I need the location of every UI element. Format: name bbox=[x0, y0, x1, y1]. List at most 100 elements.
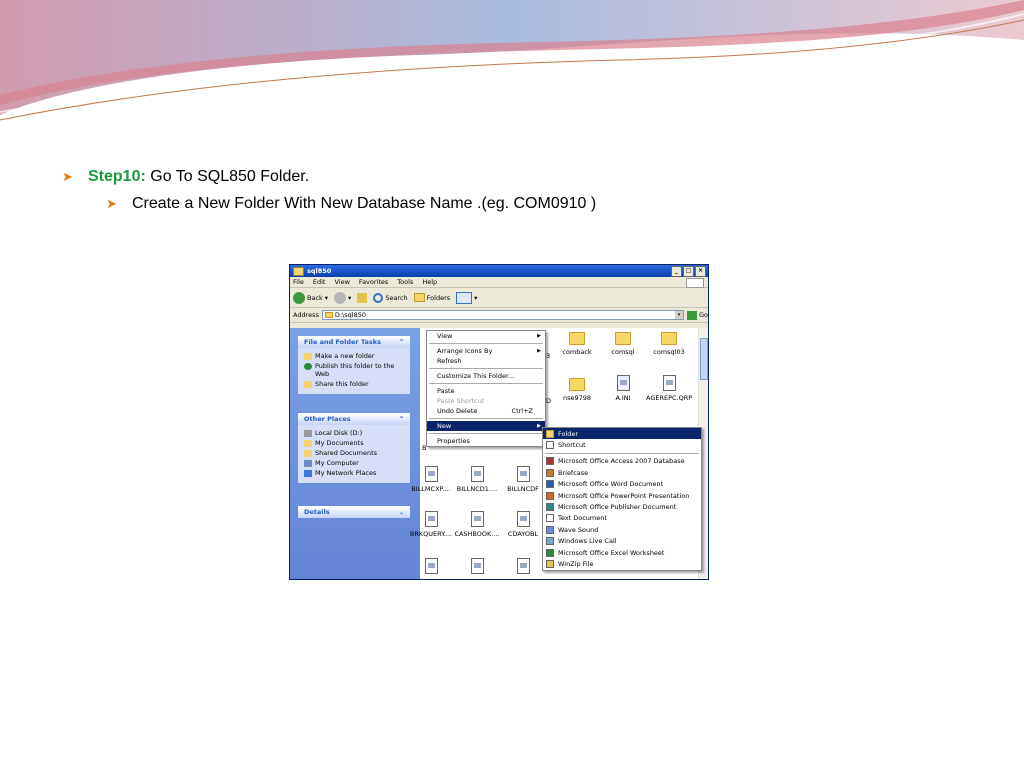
place-shared-documents[interactable]: Shared Documents bbox=[304, 449, 404, 457]
menu-item-arrange-icons[interactable]: Arrange Icons By ▶ bbox=[427, 346, 545, 356]
new-submenu: Folder Shortcut Microsoft Office Access … bbox=[542, 427, 702, 571]
details-title: Details bbox=[304, 508, 330, 516]
submenu-item-briefcase[interactable]: Briefcase bbox=[543, 467, 701, 478]
menu-view[interactable]: View bbox=[334, 278, 349, 286]
details-box: Details ⌄ bbox=[298, 506, 410, 518]
file-item[interactable] bbox=[454, 558, 500, 577]
menu-item-undo-delete[interactable]: Undo Delete Ctrl+Z bbox=[427, 406, 545, 416]
menu-help[interactable]: Help bbox=[422, 278, 437, 286]
submenu-item-live-call[interactable]: Windows Live Call bbox=[543, 536, 701, 547]
menu-file[interactable]: File bbox=[293, 278, 304, 286]
menu-item-properties[interactable]: Properties bbox=[427, 436, 545, 446]
maximize-button[interactable]: □ bbox=[683, 266, 694, 277]
menu-item-new[interactable]: New ▶ bbox=[427, 421, 545, 431]
document-icon bbox=[516, 466, 530, 482]
submenu-item-label: Briefcase bbox=[558, 468, 589, 477]
menu-bar: File Edit View Favorites Tools Help bbox=[290, 277, 708, 288]
go-label: Go bbox=[698, 311, 708, 319]
file-item[interactable]: BILLNCD1.... bbox=[454, 466, 500, 493]
scroll-thumb[interactable] bbox=[700, 338, 708, 380]
submenu-item-label: Microsoft Office Access 2007 Database bbox=[558, 457, 685, 466]
menu-item-label: View bbox=[437, 332, 453, 340]
place-network[interactable]: My Network Places bbox=[304, 469, 404, 477]
file-item[interactable]: BILLNCDF bbox=[500, 466, 546, 493]
forward-arrow-icon bbox=[334, 291, 347, 304]
other-places-header[interactable]: Other Places ^ bbox=[298, 413, 410, 425]
task-label: Share this folder bbox=[315, 380, 369, 388]
task-publish-web[interactable]: Publish this folder to the Web bbox=[304, 362, 404, 378]
submenu-item-label: Text Document bbox=[558, 514, 607, 523]
file-item[interactable]: AGEREPC.QRP bbox=[646, 375, 692, 402]
menu-item-paste[interactable]: Paste bbox=[427, 386, 545, 396]
file-folder-tasks-header[interactable]: File and Folder Tasks ^ bbox=[298, 336, 410, 348]
file-item[interactable]: comsql bbox=[600, 332, 646, 356]
folder-up-icon bbox=[357, 292, 368, 303]
search-icon bbox=[373, 292, 384, 303]
address-input[interactable]: D:\sql850 ▾ bbox=[321, 310, 684, 320]
task-make-new-folder[interactable]: Make a new folder bbox=[304, 352, 404, 360]
folders-icon bbox=[413, 293, 425, 302]
submenu-arrow-icon: ▶ bbox=[537, 348, 541, 354]
windows-logo-icon bbox=[686, 278, 704, 288]
file-label: nse9798 bbox=[562, 394, 592, 402]
document-icon bbox=[662, 375, 676, 391]
folders-button[interactable]: Folders bbox=[413, 293, 450, 302]
address-bar: Address D:\sql850 ▾ Go bbox=[290, 308, 708, 323]
address-dropdown-button[interactable]: ▾ bbox=[674, 311, 683, 319]
submenu-item-word[interactable]: Microsoft Office Word Document bbox=[543, 479, 701, 490]
place-label: Shared Documents bbox=[315, 449, 378, 457]
submenu-item-access[interactable]: Microsoft Office Access 2007 Database bbox=[543, 456, 701, 467]
file-item[interactable]: A.INI bbox=[600, 375, 646, 402]
menu-edit[interactable]: Edit bbox=[313, 278, 326, 286]
file-item[interactable]: CDAYOBL bbox=[500, 511, 546, 538]
place-label: My Documents bbox=[315, 439, 364, 447]
file-folder-tasks-title: File and Folder Tasks bbox=[304, 338, 381, 346]
back-button[interactable]: Back ▾ bbox=[293, 291, 328, 304]
views-button[interactable]: ▾ bbox=[456, 291, 477, 304]
chevron-down-icon: ▾ bbox=[348, 293, 352, 302]
menu-tools[interactable]: Tools bbox=[397, 278, 413, 286]
menu-item-view[interactable]: View ▶ bbox=[427, 331, 545, 341]
submenu-item-shortcut[interactable]: Shortcut bbox=[543, 439, 701, 450]
window-titlebar[interactable]: sql850 _ □ × bbox=[290, 265, 708, 277]
file-item[interactable] bbox=[408, 558, 454, 577]
search-button[interactable]: Search bbox=[373, 292, 408, 303]
place-local-disk[interactable]: Local Disk (D:) bbox=[304, 429, 404, 437]
window-title: sql850 bbox=[307, 267, 332, 275]
documents-icon bbox=[304, 440, 312, 447]
task-share-folder[interactable]: Share this folder bbox=[304, 380, 404, 388]
menu-item-refresh[interactable]: Refresh bbox=[427, 356, 545, 366]
menu-favorites[interactable]: Favorites bbox=[359, 278, 388, 286]
folder-icon bbox=[324, 312, 333, 318]
submenu-item-powerpoint[interactable]: Microsoft Office PowerPoint Presentation bbox=[543, 490, 701, 501]
globe-icon bbox=[304, 363, 312, 370]
submenu-item-excel[interactable]: Microsoft Office Excel Worksheet bbox=[543, 547, 701, 558]
file-item[interactable]: CASHBOOK.... bbox=[454, 511, 500, 538]
menu-separator bbox=[429, 418, 543, 419]
file-item[interactable]: BILLMCXP.... bbox=[408, 466, 454, 493]
details-header[interactable]: Details ⌄ bbox=[298, 506, 410, 518]
minimize-button[interactable]: _ bbox=[671, 266, 682, 277]
publisher-icon bbox=[546, 503, 554, 512]
expand-icon: ⌄ bbox=[398, 508, 404, 516]
up-button[interactable] bbox=[357, 292, 368, 303]
forward-button[interactable]: ▾ bbox=[334, 291, 352, 304]
file-item[interactable] bbox=[500, 558, 546, 577]
submenu-item-text[interactable]: Text Document bbox=[543, 513, 701, 524]
submenu-item-publisher[interactable]: Microsoft Office Publisher Document bbox=[543, 501, 701, 512]
submenu-item-wave[interactable]: Wave Sound bbox=[543, 524, 701, 535]
menu-item-label: Arrange Icons By bbox=[437, 347, 493, 355]
menu-item-label: Properties bbox=[437, 437, 470, 445]
file-item[interactable]: comsql03 bbox=[646, 332, 692, 356]
place-my-documents[interactable]: My Documents bbox=[304, 439, 404, 447]
submenu-item-winzip[interactable]: WinZip File bbox=[543, 558, 701, 569]
collapse-icon: ^ bbox=[398, 415, 404, 423]
menu-item-customize[interactable]: Customize This Folder... bbox=[427, 371, 545, 381]
file-item[interactable]: comback bbox=[554, 332, 600, 356]
go-button[interactable]: Go bbox=[686, 310, 708, 320]
file-item[interactable]: BRKQUERY.... bbox=[408, 511, 454, 538]
file-item[interactable]: nse9798 bbox=[554, 378, 600, 402]
submenu-item-folder[interactable]: Folder bbox=[543, 428, 701, 440]
close-button[interactable]: × bbox=[695, 266, 706, 277]
place-my-computer[interactable]: My Computer bbox=[304, 459, 404, 467]
